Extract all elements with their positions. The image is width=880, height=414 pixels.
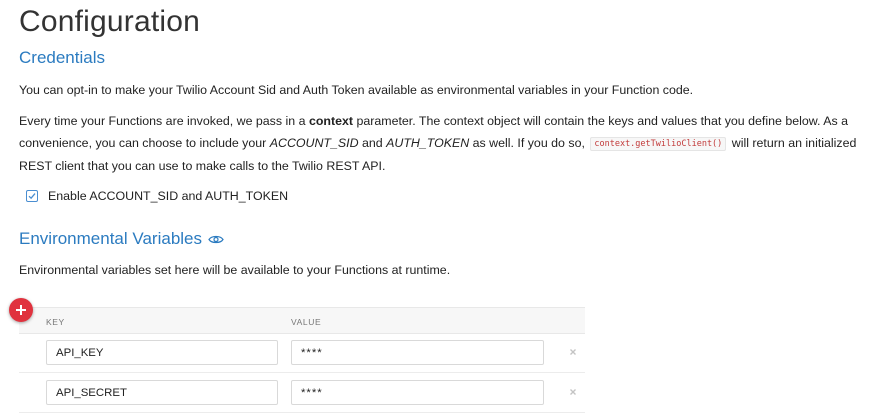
plus-icon xyxy=(16,305,26,315)
description-text: as well. If you do so, xyxy=(469,136,589,150)
add-variable-button[interactable] xyxy=(9,298,33,322)
table-row: API_SECRET **** xyxy=(19,374,585,413)
key-input[interactable]: API_KEY xyxy=(46,340,278,365)
credentials-heading: Credentials xyxy=(19,48,105,67)
enable-credentials-option[interactable]: Enable ACCOUNT_SID and AUTH_TOKEN xyxy=(26,189,288,203)
value-input[interactable]: **** xyxy=(291,340,544,365)
close-icon[interactable] xyxy=(568,347,578,357)
env-vars-table: KEY VALUE API_KEY **** API_SECRET **** xyxy=(19,307,585,414)
env-vars-title: Environmental Variables xyxy=(19,229,202,248)
credentials-description: Every time your Functions are invoked, w… xyxy=(19,110,871,177)
description-text: Every time your Functions are invoked, w… xyxy=(19,114,309,128)
credentials-intro: You can opt-in to make your Twilio Accou… xyxy=(19,83,694,97)
auth-token-term: AUTH_TOKEN xyxy=(386,136,470,150)
env-vars-heading: Environmental Variables xyxy=(19,229,224,249)
account-sid-term: ACCOUNT_SID xyxy=(269,136,359,150)
enable-credentials-label: Enable ACCOUNT_SID and AUTH_TOKEN xyxy=(48,189,289,203)
key-input[interactable]: API_SECRET xyxy=(46,380,278,405)
eye-icon[interactable] xyxy=(208,234,224,245)
page-title: Configuration xyxy=(19,5,201,38)
env-vars-description: Environmental variables set here will be… xyxy=(19,263,451,277)
key-column-header: KEY xyxy=(46,317,65,327)
context-keyword: context xyxy=(308,114,354,128)
code-snippet: context.getTwilioClient() xyxy=(590,137,727,151)
value-input[interactable]: **** xyxy=(291,380,544,405)
table-header: KEY VALUE xyxy=(19,307,585,334)
description-text: and xyxy=(358,136,387,150)
close-icon[interactable] xyxy=(568,387,578,397)
enable-credentials-checkbox[interactable] xyxy=(26,190,38,202)
configuration-page: Configuration Credentials You can opt-in… xyxy=(0,0,880,414)
check-icon xyxy=(28,193,36,200)
value-column-header: VALUE xyxy=(291,317,322,327)
table-row: API_KEY **** xyxy=(19,334,585,373)
